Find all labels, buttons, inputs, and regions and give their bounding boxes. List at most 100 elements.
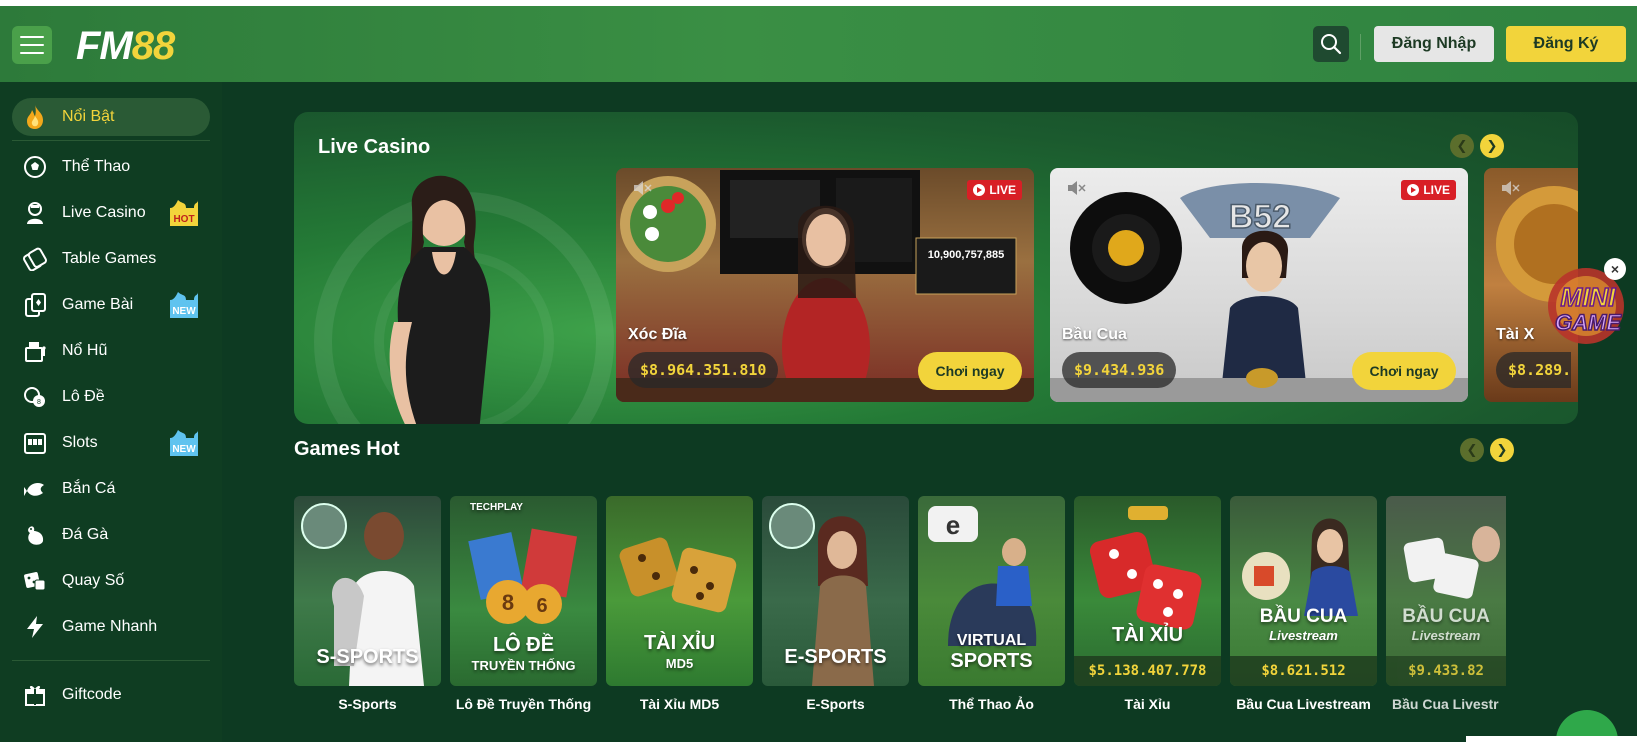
game-art-title: BẦU CUA	[1402, 606, 1490, 627]
sidebar-item-label: Nổ Hũ	[62, 342, 108, 359]
section-title: Games Hot	[294, 438, 400, 460]
sidebar-item-ban-ca[interactable]: Bắn Cá	[12, 470, 210, 508]
new-badge-icon: NEW	[170, 430, 198, 456]
menu-line	[20, 36, 44, 38]
game-card[interactable]: BẦU CUA Livestream $8.621.512	[1230, 496, 1377, 686]
sidebar-item-label: Giftcode	[62, 686, 122, 703]
game-card[interactable]: e VIRTUAL SPORTS	[918, 496, 1065, 686]
sidebar-item-label: Game Nhanh	[62, 618, 158, 635]
sidebar-item-the-thao[interactable]: Thể Thao	[12, 148, 210, 186]
next-arrow-button[interactable]: ❯	[1490, 438, 1514, 462]
jackpot-amount: $9.433.82	[1386, 656, 1506, 686]
play-now-button[interactable]: Chơi ngay	[918, 352, 1022, 390]
mute-icon[interactable]	[1066, 180, 1086, 196]
play-icon	[973, 184, 986, 196]
sidebar-item-quay-so[interactable]: Quay Số	[12, 562, 210, 600]
game-card[interactable]: E-SPORTS	[762, 496, 909, 686]
sidebar-item-table-games[interactable]: Table Games	[12, 240, 210, 278]
sidebar-item-game-nhanh[interactable]: Game Nhanh	[12, 608, 210, 646]
xoc-dia-screen-value: 10,900,757,885	[928, 249, 1004, 261]
game-card[interactable]: TÀI XỈU MD5	[606, 496, 753, 686]
mini-game-label-bottom: GAME	[1555, 310, 1622, 335]
prev-arrow-button[interactable]: ❮	[1450, 134, 1474, 158]
game-label[interactable]: Bầu Cua Livestream	[1230, 696, 1377, 712]
sidebar-item-noi-bat[interactable]: Nổi Bật	[12, 98, 210, 136]
hot-badge-icon: HOT	[170, 200, 198, 226]
game-card[interactable]: S-SPORTS	[294, 496, 441, 686]
live-badge: LIVE	[967, 180, 1022, 200]
game-art-subtitle: Livestream	[1269, 628, 1338, 643]
b52-logo-text: B52	[1229, 198, 1291, 236]
live-game-card[interactable]: B52 LIVE Bầu Cua $9.434.936 Chơi ngay	[1050, 168, 1468, 402]
game-card[interactable]: TÀI XỈU $5.138.407.778	[1074, 496, 1221, 686]
game-name: Tài X	[1496, 326, 1535, 343]
header-divider	[1360, 34, 1361, 60]
game-label[interactable]: E-Sports	[762, 696, 909, 712]
games-hot-carousel-nav: ❮ ❯	[1460, 438, 1514, 462]
main-content: Live Casino 10,900,757,885 LIVE Xóc Đĩa …	[222, 82, 1637, 742]
sidebar-item-lo-de[interactable]: 8 Lô Đề	[12, 378, 210, 416]
game-name: Xóc Đĩa	[628, 326, 687, 343]
game-label[interactable]: S-Sports	[294, 696, 441, 712]
fire-icon	[22, 104, 48, 130]
play-now-button[interactable]: Chơi ngay	[1352, 352, 1456, 390]
sidebar-item-label: Thể Thao	[62, 158, 131, 175]
sidebar-item-no-hu[interactable]: Nổ Hũ	[12, 332, 210, 370]
mute-icon[interactable]	[632, 180, 652, 196]
game-label[interactable]: Thể Thao Ảo	[918, 696, 1065, 712]
live-label: LIVE	[989, 183, 1016, 197]
sidebar-item-live-casino[interactable]: Live Casino HOT	[12, 194, 210, 232]
svg-text:8: 8	[502, 590, 514, 615]
game-card[interactable]: BẦU CUA Livestream $9.433.82	[1386, 496, 1506, 686]
menu-line	[20, 44, 44, 46]
jackpot-machine-icon	[22, 338, 48, 364]
play-icon	[1407, 184, 1420, 196]
game-label[interactable]: Bầu Cua Livestr	[1386, 696, 1506, 712]
game-art-title: VIRTUAL	[956, 632, 1027, 649]
jackpot-amount: $8.289.	[1496, 352, 1572, 388]
next-arrow-button[interactable]: ❯	[1480, 134, 1504, 158]
search-icon	[1321, 34, 1342, 55]
prev-arrow-button[interactable]: ❮	[1460, 438, 1484, 462]
site-logo[interactable]: FM88	[76, 24, 175, 69]
sidebar-item-label: Slots	[62, 434, 98, 451]
svg-text:NEW: NEW	[172, 444, 196, 455]
sidebar-item-slots[interactable]: Slots NEW	[12, 424, 210, 462]
chips-icon	[22, 246, 48, 272]
logo-fm: FM	[76, 24, 133, 68]
bottom-strip	[1466, 736, 1637, 742]
sidebar-item-da-ga[interactable]: Đá Gà	[12, 516, 210, 554]
logo-88: 88	[131, 24, 175, 68]
game-art-title: TÀI XỈU	[1111, 624, 1184, 646]
game-label[interactable]: Lô Đề Truyền Thống	[450, 696, 597, 712]
section-title: Live Casino	[318, 136, 431, 158]
live-game-card[interactable]: 10,900,757,885 LIVE Xóc Đĩa $8.964.351.8…	[616, 168, 1034, 402]
game-art-subtitle: MD5	[665, 656, 694, 671]
menu-line	[20, 52, 44, 54]
register-button[interactable]: Đăng Ký	[1506, 26, 1626, 62]
game-art-title: S-SPORTS	[316, 646, 419, 668]
svg-text:6: 6	[536, 595, 547, 617]
hamburger-menu-button[interactable]	[12, 26, 52, 64]
game-label[interactable]: Tài Xỉu	[1074, 696, 1221, 712]
sidebar-item-game-bai[interactable]: Game Bài NEW	[12, 286, 210, 324]
slot-machine-icon	[22, 430, 48, 456]
sidebar-divider	[12, 660, 210, 661]
mute-icon[interactable]	[1500, 180, 1520, 196]
game-art-title: BẦU CUA	[1259, 606, 1348, 627]
close-icon[interactable]: ×	[1604, 258, 1626, 280]
sidebar-item-label: Quay Số	[62, 572, 125, 589]
sidebar-item-label: Table Games	[62, 250, 157, 267]
search-button[interactable]	[1313, 26, 1349, 62]
game-label[interactable]: Tài Xỉu MD5	[606, 696, 753, 712]
gift-icon	[22, 682, 48, 708]
svg-text:8: 8	[37, 399, 41, 406]
game-art-title: LÔ ĐỀ	[492, 634, 555, 656]
login-button[interactable]: Đăng Nhập	[1374, 26, 1494, 62]
brand-label: TECHPLAY	[470, 502, 523, 513]
game-art-title: E-SPORTS	[784, 646, 887, 668]
game-card[interactable]: 8 6 TECHPLAY LÔ ĐỀ TRUYỀN THỐNG	[450, 496, 597, 686]
sidebar-item-label: Đá Gà	[62, 526, 109, 543]
game-art-title: TÀI XỈU	[643, 632, 716, 654]
sidebar-item-giftcode[interactable]: Giftcode	[12, 676, 210, 714]
